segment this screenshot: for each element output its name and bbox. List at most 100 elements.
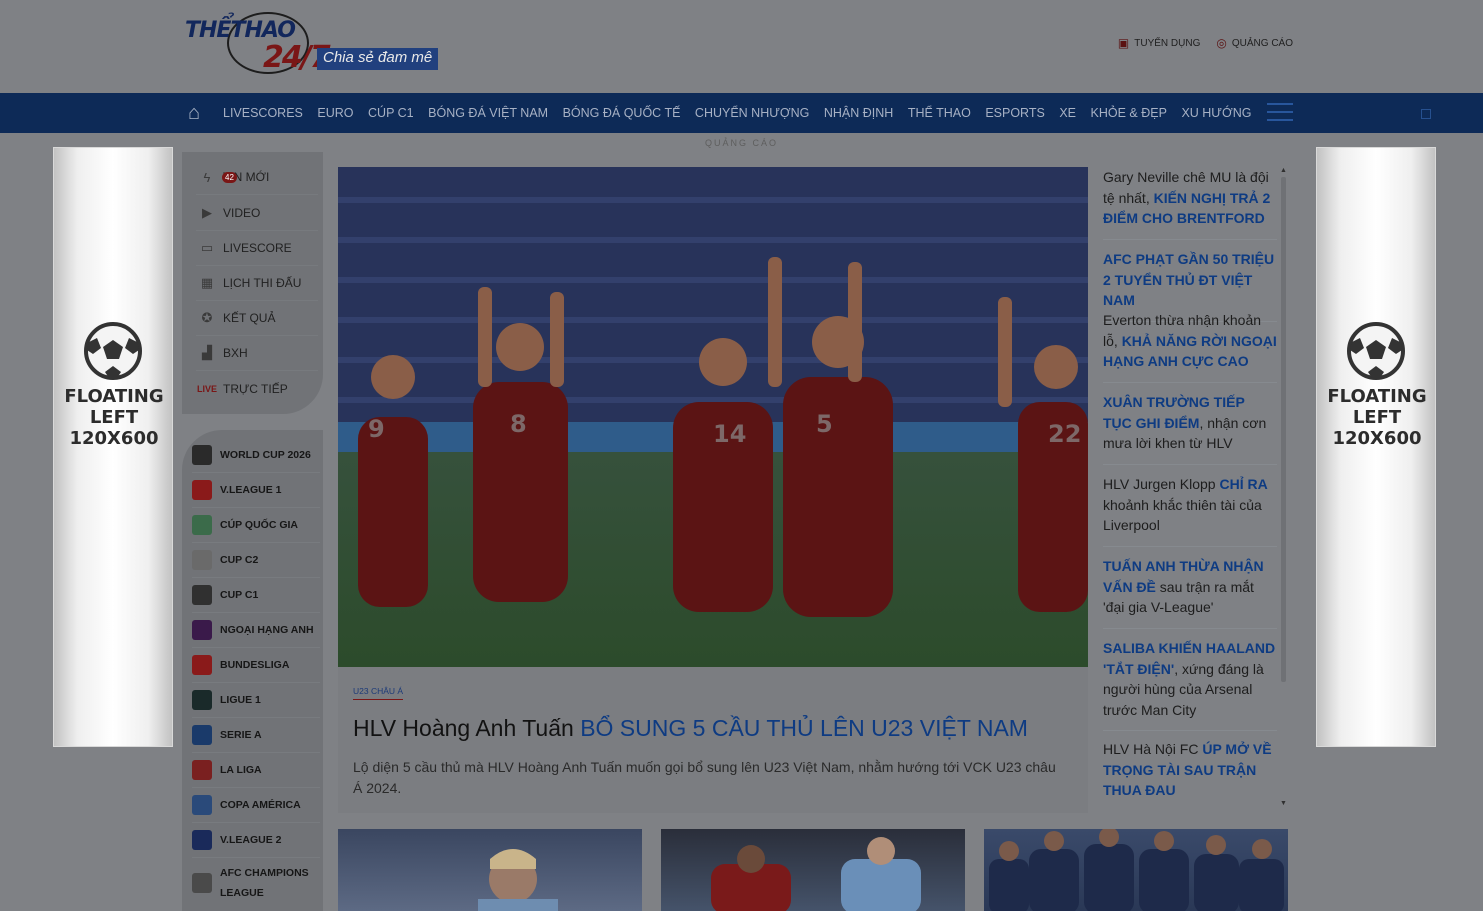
league-item-serie-a[interactable]: SERIE A [192, 718, 320, 753]
article-category-tag[interactable]: U23 CHÂU Á [353, 686, 404, 700]
jersey-number: 14 [713, 420, 746, 448]
feed-item-pre: HLV Hà Nội FC [1103, 741, 1203, 757]
league-item-copa-america[interactable]: COPA AMÉRICA [192, 788, 320, 823]
champions-league-logo-icon [192, 585, 212, 605]
target-icon: ◎ [1216, 36, 1227, 50]
advertising-link[interactable]: ◎ QUẢNG CÁO [1216, 36, 1293, 50]
nav-item-livescores[interactable]: LIVESCORES [223, 106, 303, 120]
side-menu-item-results[interactable]: ✪ KẾT QUẢ [196, 301, 318, 336]
side-menu-item-video[interactable]: ▶ VIDEO [196, 196, 318, 231]
article-card[interactable] [661, 829, 965, 911]
league-item-national-cup[interactable]: CÚP QUỐC GIA [192, 508, 320, 543]
floating-ad-right[interactable]: FLOATING LEFT 120X600 [1316, 147, 1436, 747]
hero-headline-plain: HLV Hoàng Anh Tuấn [353, 715, 581, 741]
nav-list: LIVESCORES EURO CÚP C1 BÓNG ĐÁ VIỆT NAM … [223, 93, 1266, 133]
jersey-number: 9 [368, 415, 385, 443]
jersey-number: 8 [510, 410, 527, 438]
league-label: BUNDESLIGA [220, 659, 290, 671]
nav-item-euro[interactable]: EURO [317, 106, 353, 120]
hero-article[interactable]: 9 8 14 5 22 U23 CHÂU Á HLV Hoàng Anh Tuấ… [338, 167, 1088, 813]
league-item-vleague-1[interactable]: V.LEAGUE 1 [192, 473, 320, 508]
feed-item[interactable]: XUÂN TRƯỜNG TIẾP TỤC GHI ĐIỂM, nhận cơn … [1103, 392, 1277, 465]
side-menu-item-schedule[interactable]: ▦ LỊCH THI ĐẤU [196, 266, 318, 301]
vleague-2-logo-icon [192, 830, 212, 850]
side-menu-item-news[interactable]: ϟ 42 TIN MỚI [196, 160, 318, 195]
national-cup-logo-icon [192, 515, 212, 535]
feed-item-post: khoảnh khắc thiên tài của Liverpool [1103, 496, 1262, 534]
advertising-label: QUẢNG CÁO [1231, 37, 1293, 49]
result-icon: ✪ [201, 310, 213, 325]
search-icon[interactable] [1421, 109, 1431, 119]
nav-item-international-football[interactable]: BÓNG ĐÁ QUỐC TẾ [563, 106, 681, 120]
league-item-cup-c1[interactable]: CUP C1 [192, 578, 320, 613]
league-label: V.LEAGUE 1 [220, 484, 282, 496]
flash-icon: ϟ [203, 169, 211, 185]
nav-item-trends[interactable]: XU HƯỚNG [1181, 106, 1251, 120]
nav-item-health-beauty[interactable]: KHỎE & ĐẸP [1091, 106, 1167, 120]
feed-item[interactable]: HLV Jurgen Klopp CHỈ RA khoảnh khắc thiê… [1103, 474, 1277, 547]
hero-headline-highlight: BỔ SUNG 5 CẦU THỦ LÊN U23 VIỆT NAM [580, 715, 1028, 741]
article-card-image [711, 837, 921, 911]
side-menu-item-livescore[interactable]: ▭ LIVESCORE [196, 231, 318, 266]
article-card[interactable] [984, 829, 1288, 911]
side-menu-item-standings[interactable]: ▟ BXH [196, 336, 318, 371]
feed-item[interactable]: Gary Neville chê MU là đội tệ nhất, KIẾN… [1103, 167, 1277, 240]
floating-ad-line3: 120X600 [1332, 428, 1422, 449]
hero-description: Lộ diện 5 cầu thủ mà HLV Hoàng Anh Tuấn … [353, 759, 1056, 796]
latest-news-feed: Gary Neville chê MU là đội tệ nhất, KIẾN… [1097, 167, 1280, 811]
floating-ad-left[interactable]: FLOATING LEFT 120X600 [53, 147, 173, 747]
league-item-ligue-1[interactable]: LIGUE 1 [192, 683, 320, 718]
hero-headline[interactable]: HLV Hoàng Anh Tuấn BỔ SUNG 5 CẦU THỦ LÊN… [353, 714, 1073, 742]
nav-item-sports[interactable]: THỂ THAO [908, 106, 971, 120]
nav-item-cars[interactable]: XE [1059, 106, 1076, 120]
article-card[interactable] [338, 829, 642, 911]
league-label: NGOẠI HẠNG ANH [220, 624, 314, 636]
scroll-up-icon[interactable]: ▲ [1280, 167, 1287, 174]
nav-item-vietnam-football[interactable]: BÓNG ĐÁ VIỆT NAM [428, 106, 548, 120]
side-menu-label: LỊCH THI ĐẤU [223, 276, 302, 290]
main-nav: ⌂ LIVESCORES EURO CÚP C1 BÓNG ĐÁ VIỆT NA… [0, 93, 1483, 133]
home-icon[interactable]: ⌂ [188, 102, 200, 125]
nav-item-predictions[interactable]: NHẬN ĐỊNH [824, 106, 893, 120]
league-item-la-liga[interactable]: LA LIGA [192, 753, 320, 788]
hero-photo-illustration: 9 8 14 5 22 [338, 167, 1088, 667]
nav-item-esports[interactable]: ESPORTS [985, 106, 1045, 120]
recruitment-link[interactable]: ▣ TUYỂN DỤNG [1118, 36, 1200, 50]
news-count-badge: 42 [222, 172, 237, 183]
league-item-world-cup-2026[interactable]: WORLD CUP 2026 [192, 438, 320, 473]
scroll-down-icon[interactable]: ▼ [1280, 800, 1287, 807]
floating-ad-line1: FLOATING [64, 386, 164, 407]
site-logo[interactable]: THỂTHAO 24/7 Chia sẻ đam mê [183, 10, 473, 76]
top-links: ▣ TUYỂN DỤNG ◎ QUẢNG CÁO [1118, 36, 1293, 50]
feed-item-highlight: AFC PHẠT GẦN 50 TRIỆU 2 TUYỂN THỦ ĐT VIỆ… [1103, 251, 1275, 308]
league-item-premier-league[interactable]: NGOẠI HẠNG ANH [192, 613, 320, 648]
side-menu-label: TRỰC TIẾP [223, 381, 288, 396]
league-label: AFC CHAMPIONS LEAGUE [220, 867, 309, 899]
league-item-bundesliga[interactable]: BUNDESLIGA [192, 648, 320, 683]
nav-item-cup-c1[interactable]: CÚP C1 [368, 106, 414, 120]
league-item-afc-champions-league[interactable]: AFC CHAMPIONS LEAGUE [192, 858, 320, 908]
hero-image[interactable]: 9 8 14 5 22 [338, 167, 1088, 667]
side-menu-label: KẾT QUẢ [223, 311, 276, 325]
article-card-image [478, 849, 558, 911]
floating-ad-line2: LEFT [1352, 407, 1402, 428]
logo-slogan: Chia sẻ đam mê [317, 48, 439, 70]
side-menu-label: VIDEO [223, 206, 261, 220]
side-menu-item-live[interactable]: LIVE TRỰC TIẾP [196, 371, 318, 406]
league-label: LA LIGA [220, 764, 262, 776]
video-icon: ▶ [202, 205, 212, 220]
hamburger-menu-icon[interactable] [1267, 103, 1293, 123]
feed-item[interactable]: Everton thừa nhận khoản lỗ, KHẢ NĂNG RỜI… [1103, 310, 1277, 383]
feed-item[interactable]: TUẤN ANH THỪA NHẬN VẤN ĐỀ sau trận ra mắ… [1103, 556, 1277, 629]
live-icon: LIVE [196, 383, 217, 394]
floating-ad-text: FLOATING LEFT 120X600 [1317, 386, 1437, 449]
scrollbar-thumb[interactable] [1281, 177, 1286, 682]
feed-item[interactable]: HLV Hà Nội FC ÚP MỞ VỀ TRỌNG TÀI SAU TRẬ… [1103, 739, 1277, 811]
nav-item-transfers[interactable]: CHUYỂN NHƯỢNG [695, 106, 809, 120]
feed-item[interactable]: SALIBA KHIẾN HAALAND 'TẮT ĐIỆN', xứng đá… [1103, 638, 1277, 731]
league-item-vleague-2[interactable]: V.LEAGUE 2 [192, 823, 320, 858]
feed-scrollbar[interactable]: ▲ ▼ [1280, 167, 1287, 811]
league-label: CÚP QUỐC GIA [220, 519, 298, 531]
league-item-cup-c2[interactable]: CUP C2 [192, 543, 320, 578]
premier-league-logo-icon [192, 620, 212, 640]
